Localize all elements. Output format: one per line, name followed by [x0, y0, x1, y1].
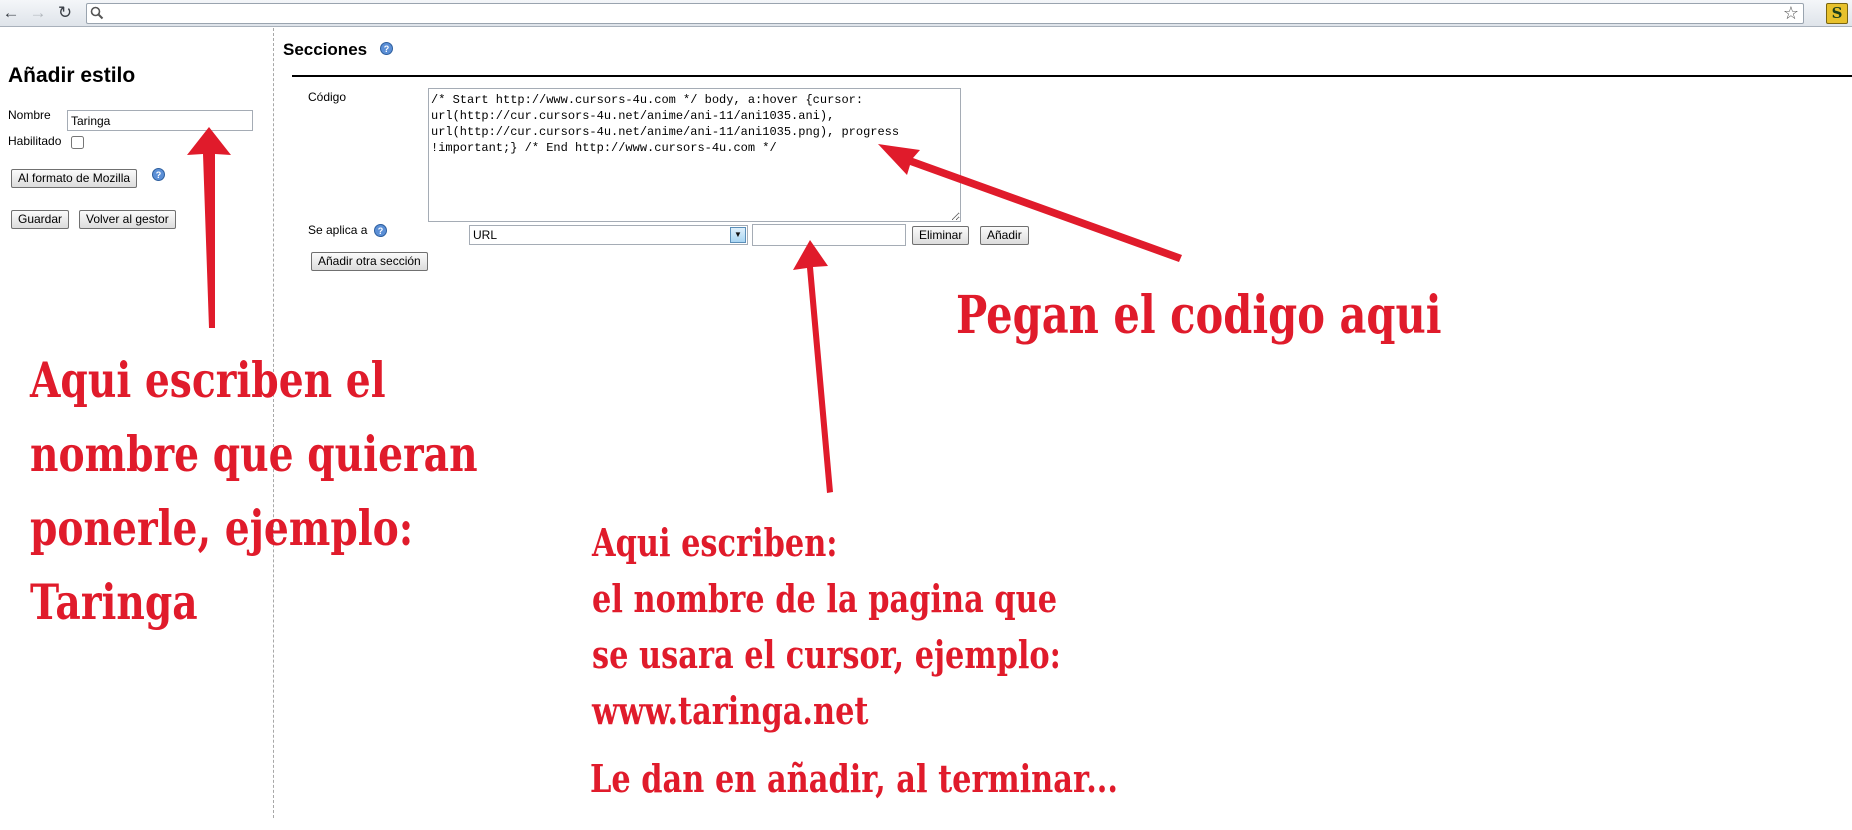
remove-button[interactable]: Eliminar	[912, 226, 970, 245]
reload-icon[interactable]: ↻	[54, 2, 76, 24]
section-divider	[292, 75, 1852, 77]
help-icon[interactable]: ?	[374, 224, 387, 237]
save-button[interactable]: Guardar	[11, 210, 70, 229]
applies-to-type-select[interactable]: URL ▼	[469, 225, 748, 245]
annotation-example: www.taringa.net	[592, 688, 869, 733]
help-icon[interactable]: ?	[380, 42, 393, 55]
arrow-to-url-input	[793, 240, 833, 493]
address-bar[interactable]: ☆	[86, 3, 1804, 24]
annotation-line: Aqui escriben:	[592, 520, 838, 565]
annotation-line: se usara el cursor, ejemplo:	[592, 632, 1061, 677]
name-input[interactable]	[67, 110, 253, 131]
annotation-name-note: Aqui escriben el nombre que quieran pone…	[30, 343, 478, 639]
back-to-manager-button[interactable]: Volver al gestor	[79, 210, 176, 229]
annotation-example: Taringa	[30, 573, 198, 631]
annotation-line: el nombre de la pagina que	[592, 576, 1058, 621]
annotation-line: ponerle, ejemplo:	[30, 499, 414, 557]
annotation-line: nombre que quieran	[30, 425, 478, 483]
add-section-button[interactable]: Añadir otra sección	[311, 252, 428, 271]
stylish-extension-icon[interactable]: S	[1826, 3, 1848, 24]
svg-text:?: ?	[378, 226, 384, 236]
chevron-down-icon[interactable]: ▼	[730, 227, 746, 243]
address-input[interactable]	[109, 5, 1769, 22]
help-icon[interactable]: ?	[152, 168, 165, 181]
annotation-page-note: Aqui escriben: el nombre de la pagina qu…	[592, 515, 1061, 739]
search-icon	[90, 6, 104, 20]
back-arrow-icon[interactable]: ←	[0, 2, 22, 24]
code-label: Código	[308, 90, 347, 104]
browser-toolbar: ← → ↻ ☆ S	[0, 0, 1852, 27]
enabled-label: Habilitado	[8, 134, 62, 148]
applies-to-label: Se aplica a	[308, 223, 368, 237]
svg-text:?: ?	[384, 44, 390, 54]
annotation-line: Aqui escriben el	[30, 351, 386, 409]
bookmark-star-icon[interactable]: ☆	[1783, 3, 1799, 23]
enabled-checkbox[interactable]	[71, 136, 84, 149]
select-value: URL	[473, 228, 498, 242]
add-button[interactable]: Añadir	[980, 226, 1029, 245]
mozilla-format-button[interactable]: Al formato de Mozilla	[11, 169, 138, 188]
applies-to-value-input[interactable]	[752, 224, 906, 246]
svg-text:?: ?	[156, 170, 162, 180]
page-title: Añadir estilo	[8, 64, 136, 87]
sections-title: Secciones	[283, 40, 368, 59]
annotation-code-note: Pegan el codigo aqui	[956, 285, 1442, 346]
forward-arrow-icon[interactable]: →	[27, 2, 49, 24]
annotation-add-note: Le dan en añadir, al terminar...	[590, 756, 1118, 801]
name-label: Nombre	[8, 108, 51, 122]
code-textarea[interactable]: /* Start http://www.cursors-4u.com */ bo…	[428, 88, 961, 222]
